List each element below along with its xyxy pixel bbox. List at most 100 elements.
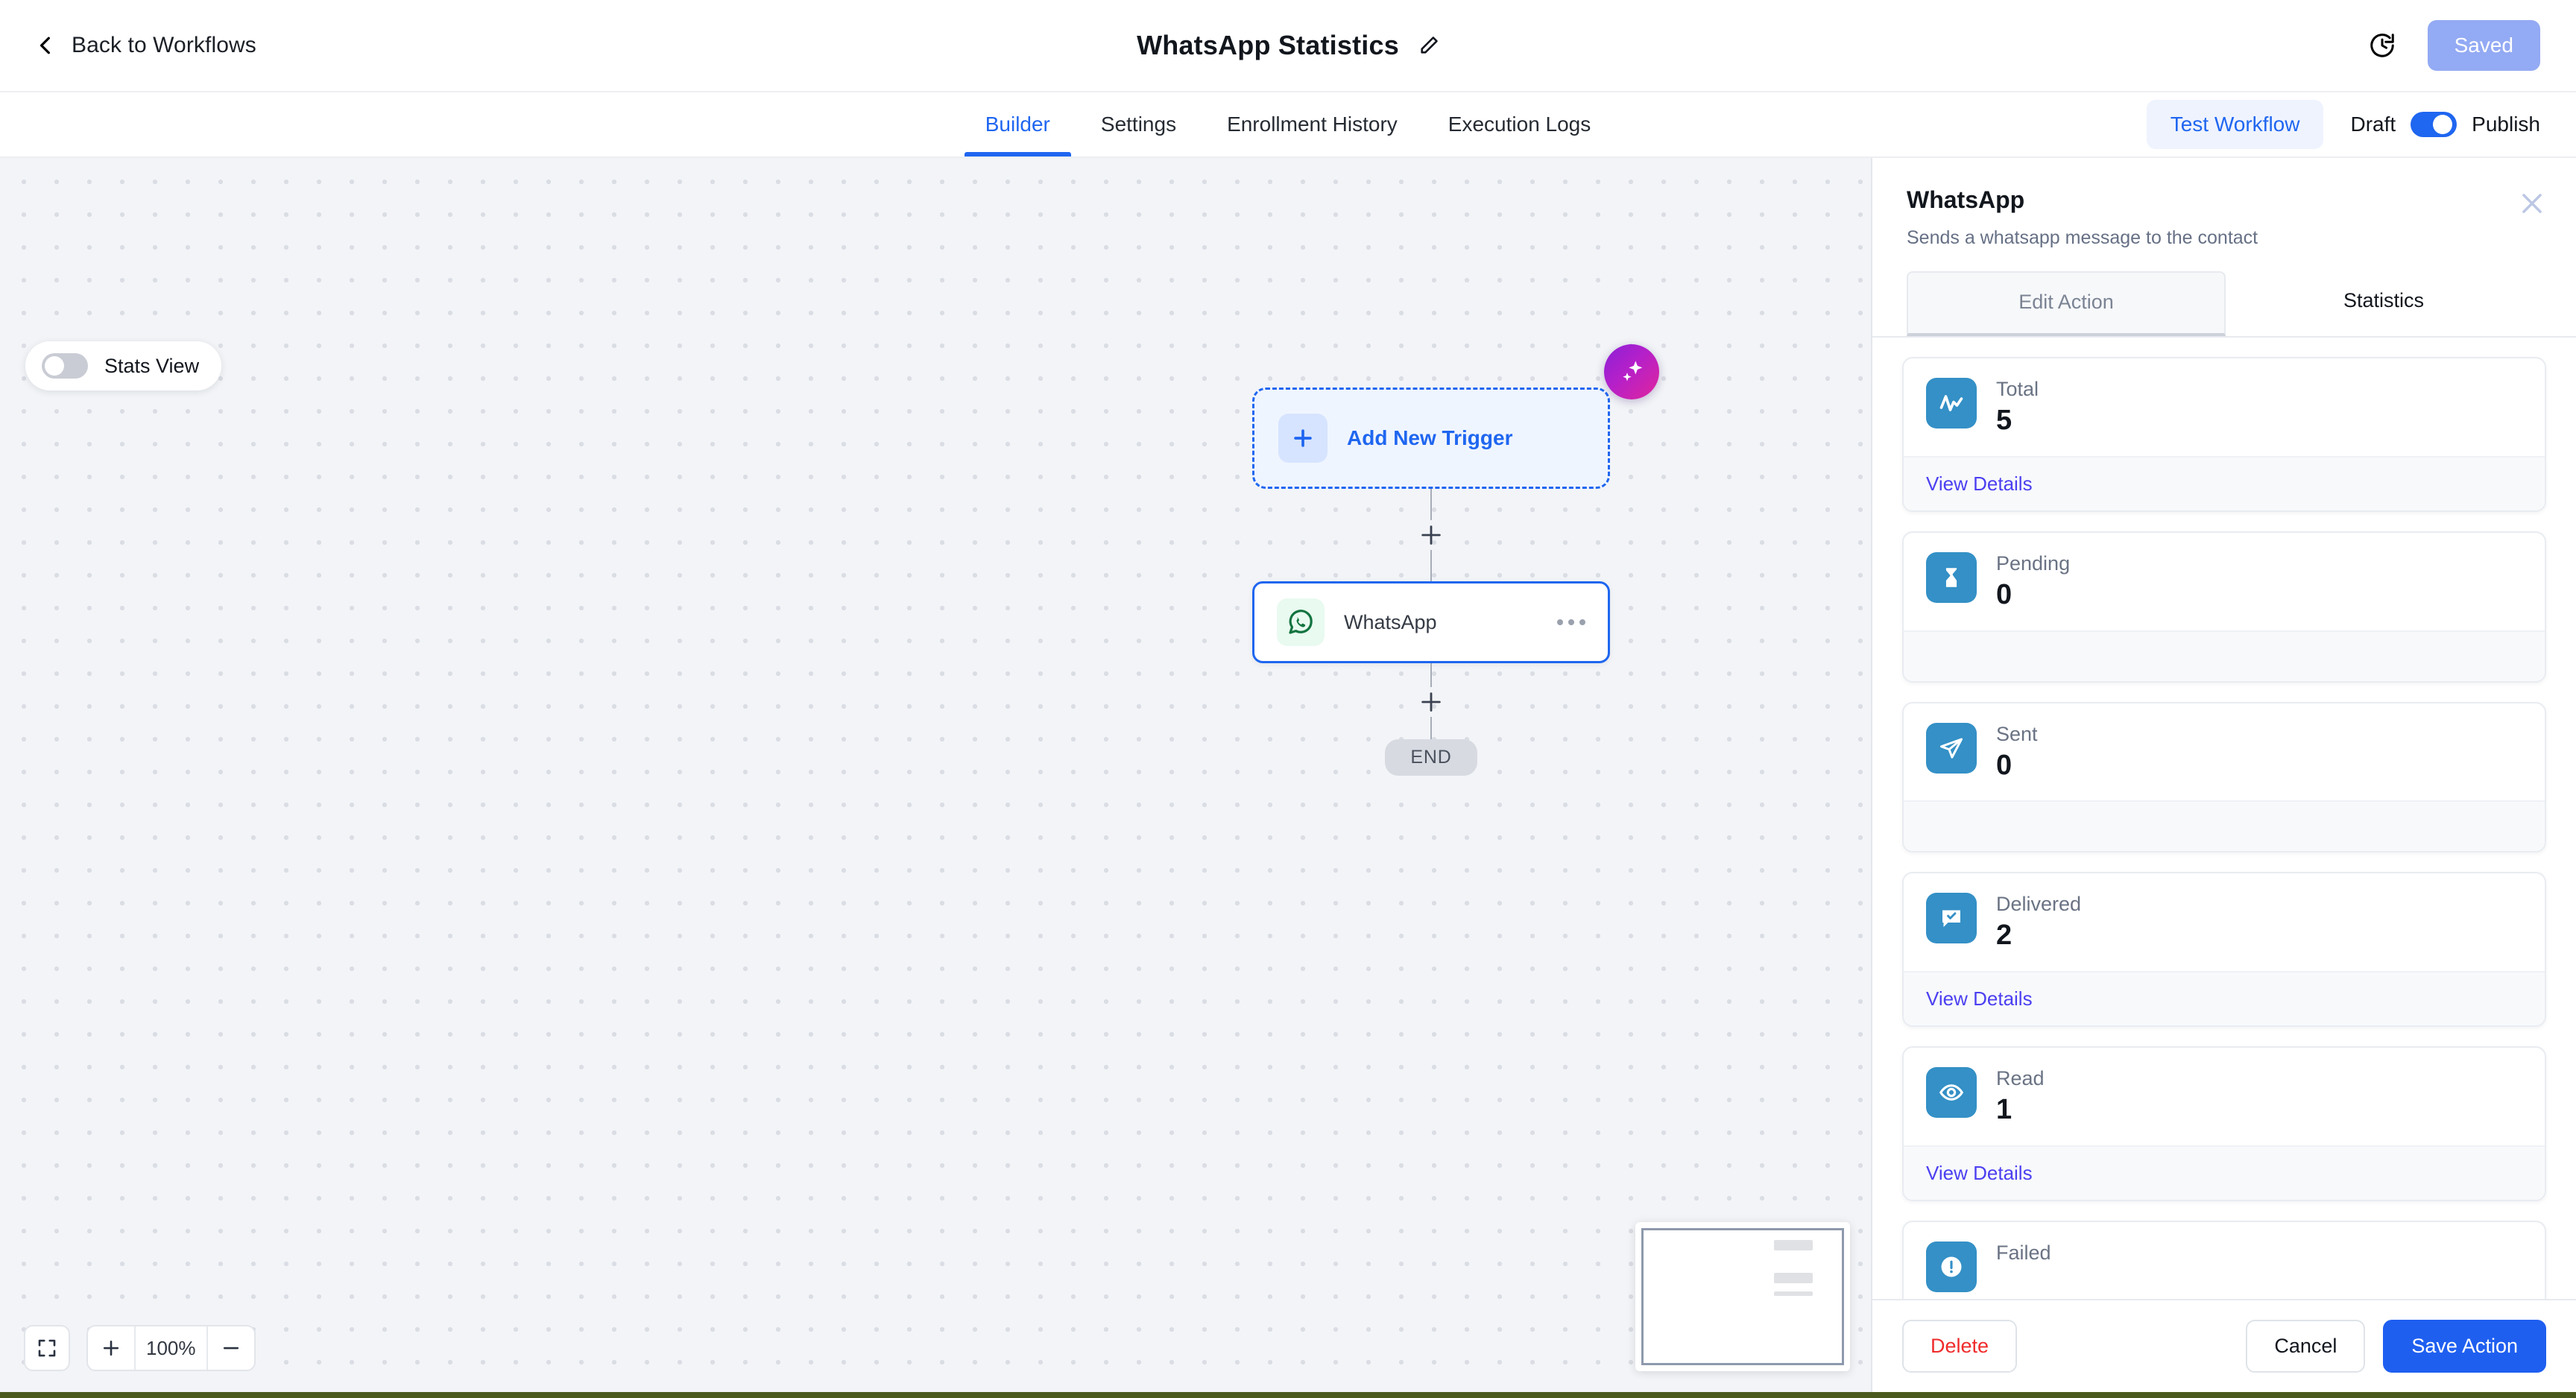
tab-bar-actions: Test Workflow Draft Publish bbox=[2146, 92, 2540, 156]
test-workflow-button[interactable]: Test Workflow bbox=[2146, 100, 2324, 149]
zoom-controls: 100% bbox=[24, 1325, 256, 1371]
stat-card-total: Total 5 View Details bbox=[1902, 357, 2546, 512]
tab-enrollment-history[interactable]: Enrollment History bbox=[1202, 92, 1423, 156]
page-title: WhatsApp Statistics bbox=[1137, 30, 1399, 60]
panel-header: WhatsApp Sends a whatsapp message to the… bbox=[1872, 158, 2576, 271]
zoom-group: 100% bbox=[86, 1325, 256, 1371]
back-to-workflows-link[interactable]: Back to Workflows bbox=[36, 33, 256, 58]
view-details-link[interactable]: View Details bbox=[1926, 987, 2033, 1010]
minimap-node bbox=[1774, 1291, 1813, 1296]
panel-subtitle: Sends a whatsapp message to the contact bbox=[1907, 227, 2258, 248]
stat-label: Delivered bbox=[1996, 893, 2082, 916]
stat-card-failed: Failed bbox=[1902, 1220, 2546, 1299]
stat-text-group: Sent 0 bbox=[1996, 723, 2038, 782]
tab-builder[interactable]: Builder bbox=[960, 92, 1076, 156]
stat-label: Failed bbox=[1996, 1241, 2051, 1264]
tab-builder-label: Builder bbox=[985, 113, 1050, 136]
stat-card-footer bbox=[1904, 800, 2545, 852]
stat-label: Total bbox=[1996, 378, 2039, 400]
footer-right-actions: Cancel Save Action bbox=[2246, 1320, 2546, 1373]
zoom-in-button[interactable] bbox=[88, 1326, 134, 1370]
history-clock-icon[interactable] bbox=[2368, 31, 2396, 60]
workflow-canvas[interactable]: Stats View Add New Trigger WhatsApp END … bbox=[0, 158, 1872, 1392]
pencil-icon[interactable] bbox=[1418, 35, 1439, 56]
stat-card-body: Failed bbox=[1904, 1222, 2545, 1299]
back-to-workflows-label: Back to Workflows bbox=[72, 33, 256, 57]
eye-icon bbox=[1926, 1067, 1977, 1119]
publish-label: Publish bbox=[2472, 113, 2540, 136]
zoom-out-button[interactable] bbox=[208, 1326, 254, 1370]
stat-value: 1 bbox=[1996, 1094, 2012, 1126]
add-step-button-2[interactable] bbox=[1416, 687, 1446, 717]
tab-settings[interactable]: Settings bbox=[1076, 92, 1202, 156]
stat-label: Read bbox=[1996, 1067, 2045, 1090]
workflow-builder-app: Back to Workflows WhatsApp Statistics Sa… bbox=[0, 0, 2576, 1398]
stats-view-switch[interactable] bbox=[42, 353, 88, 379]
stat-value: 0 bbox=[1996, 578, 2012, 610]
canvas-minimap[interactable] bbox=[1635, 1222, 1850, 1371]
stat-card-body: Sent 0 bbox=[1904, 703, 2545, 801]
view-details-link[interactable]: View Details bbox=[1926, 472, 2033, 495]
stat-value: 0 bbox=[1996, 749, 2012, 781]
panel-footer: Delete Cancel Save Action bbox=[1872, 1299, 2576, 1392]
stat-card-pending: Pending 0 bbox=[1902, 531, 2546, 683]
add-new-trigger-label: Add New Trigger bbox=[1347, 426, 1513, 449]
end-node: END bbox=[1385, 739, 1477, 776]
tab-statistics[interactable]: Statistics bbox=[2226, 271, 2542, 336]
stat-card-body: Pending 0 bbox=[1904, 533, 2545, 630]
stat-text-group: Delivered 2 bbox=[1996, 893, 2081, 952]
add-new-trigger-node[interactable]: Add New Trigger bbox=[1252, 388, 1610, 489]
sparkle-ai-icon[interactable] bbox=[1604, 344, 1659, 399]
bottom-strip bbox=[0, 1392, 2576, 1398]
tab-execution-logs[interactable]: Execution Logs bbox=[1423, 92, 1616, 156]
stat-label: Pending bbox=[1996, 551, 2071, 575]
whatsapp-icon bbox=[1277, 598, 1325, 646]
connector-line bbox=[1430, 550, 1432, 581]
top-bar: Back to Workflows WhatsApp Statistics Sa… bbox=[0, 0, 2576, 92]
publish-toggle[interactable] bbox=[2411, 112, 2457, 137]
hourglass-icon bbox=[1926, 551, 1977, 603]
cancel-button[interactable]: Cancel bbox=[2246, 1320, 2366, 1373]
stat-text-group: Pending 0 bbox=[1996, 552, 2070, 611]
add-step-button-1[interactable] bbox=[1416, 520, 1446, 550]
minimap-viewport bbox=[1641, 1228, 1844, 1365]
saved-button[interactable]: Saved bbox=[2427, 20, 2540, 71]
stat-card-body: Delivered 2 bbox=[1904, 873, 2545, 971]
connector-line bbox=[1430, 489, 1432, 520]
view-details-link[interactable]: View Details bbox=[1926, 1162, 2033, 1184]
stat-card-footer: View Details bbox=[1904, 455, 2545, 510]
tab-edit-action-label: Edit Action bbox=[2018, 291, 2114, 313]
connector-line bbox=[1430, 717, 1432, 739]
save-action-button[interactable]: Save Action bbox=[2383, 1320, 2546, 1373]
message-check-icon bbox=[1926, 893, 1977, 944]
plus-icon bbox=[1278, 414, 1328, 463]
stat-value: 2 bbox=[1996, 920, 2012, 952]
close-icon[interactable] bbox=[2518, 189, 2546, 218]
fit-screen-icon[interactable] bbox=[24, 1325, 70, 1371]
stat-card-delivered: Delivered 2 View Details bbox=[1902, 872, 2546, 1028]
zoom-level: 100% bbox=[134, 1326, 208, 1370]
tab-statistics-label: Statistics bbox=[2343, 289, 2425, 311]
tab-edit-action[interactable]: Edit Action bbox=[1907, 271, 2226, 336]
stat-card-body: Read 1 bbox=[1904, 1048, 2545, 1145]
paper-plane-icon bbox=[1926, 722, 1977, 774]
minimap-node bbox=[1774, 1273, 1813, 1283]
chevron-left-icon bbox=[36, 36, 55, 55]
action-details-panel: WhatsApp Sends a whatsapp message to the… bbox=[1872, 158, 2576, 1392]
toggle-knob bbox=[2433, 115, 2453, 134]
stats-view-toggle[interactable]: Stats View bbox=[25, 341, 222, 390]
stat-card-body: Total 5 bbox=[1904, 358, 2545, 456]
whatsapp-action-node[interactable]: WhatsApp bbox=[1252, 581, 1610, 663]
ellipsis-icon[interactable] bbox=[1557, 619, 1585, 625]
panel-title: WhatsApp bbox=[1907, 186, 2025, 213]
statistics-list[interactable]: Total 5 View Details Pending 0 Sent 0 De… bbox=[1872, 338, 2576, 1299]
whatsapp-action-label: WhatsApp bbox=[1344, 610, 1437, 633]
top-bar-actions: Saved bbox=[2368, 20, 2540, 71]
panel-tab-list: Edit Action Statistics bbox=[1872, 271, 2576, 338]
activity-line-icon bbox=[1926, 378, 1977, 428]
stat-label: Sent bbox=[1996, 722, 2038, 745]
alert-circle-icon bbox=[1926, 1241, 1977, 1292]
workflow-flow: Add New Trigger WhatsApp END bbox=[1252, 388, 1610, 776]
delete-button[interactable]: Delete bbox=[1902, 1320, 2018, 1373]
stat-card-footer: View Details bbox=[1904, 971, 2545, 1026]
